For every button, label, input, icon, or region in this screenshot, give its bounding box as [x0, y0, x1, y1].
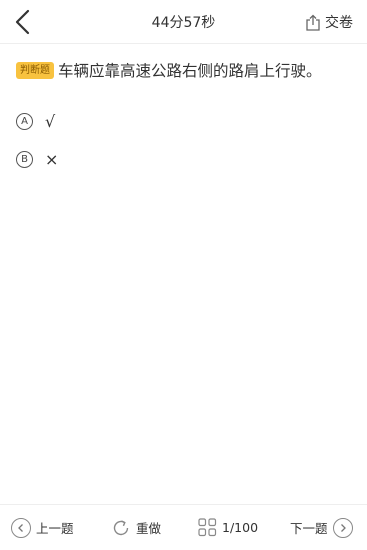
option-letter: B [16, 150, 33, 168]
redo-button[interactable]: 重做 [111, 505, 161, 550]
question-grid-button[interactable]: 1/100 [198, 505, 258, 550]
grid-icon [198, 518, 217, 537]
question-text: 车辆应靠高速公路右侧的路肩上行驶。 [58, 62, 322, 80]
redo-label: 重做 [136, 521, 162, 536]
option-a[interactable]: A √ [16, 110, 55, 132]
redo-icon [113, 519, 129, 535]
option-b[interactable]: B × [16, 148, 58, 170]
submit-exam-button[interactable]: 交卷 [305, 11, 353, 33]
exam-screen: 44分57秒 交卷 判断题 车辆应靠高速公路右侧的路肩上行驶。 A √ B × [0, 0, 367, 550]
chevron-right-circle-icon [332, 517, 353, 538]
question-type-badge: 判断题 [16, 62, 54, 79]
submit-label: 交卷 [325, 15, 353, 31]
next-question-button[interactable]: 下一题 [290, 505, 353, 550]
question-block: 判断题 车辆应靠高速公路右侧的路肩上行驶。 [16, 60, 353, 82]
bottom-toolbar: 上一题 重做 1/100 下一题 [0, 504, 367, 550]
option-text: × [45, 149, 59, 169]
prev-label: 上一题 [36, 521, 74, 536]
next-label: 下一题 [290, 521, 328, 536]
chevron-left-circle-icon [11, 517, 31, 538]
header-bar: 44分57秒 交卷 [0, 0, 367, 44]
prev-question-button[interactable]: 上一题 [11, 505, 74, 550]
option-letter: A [16, 112, 33, 130]
option-text: √ [45, 111, 56, 131]
share-upload-icon [306, 14, 320, 31]
progress-label: 1/100 [222, 520, 259, 535]
